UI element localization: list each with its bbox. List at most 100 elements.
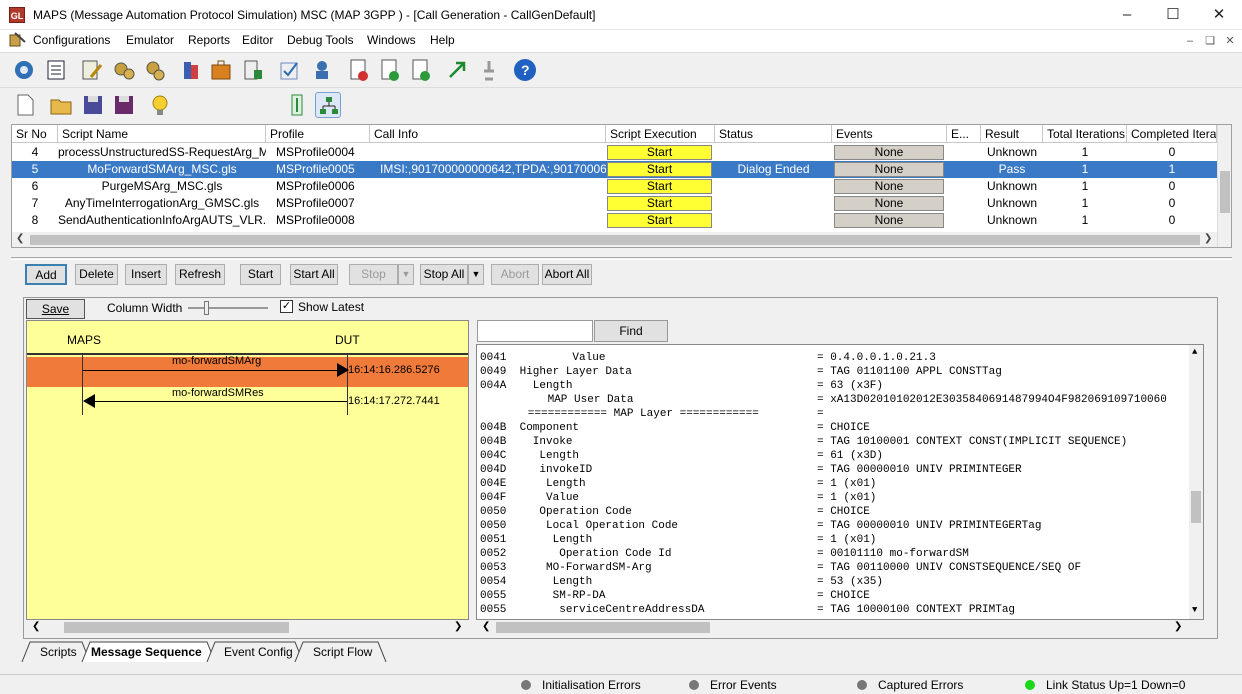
menu-configurations[interactable]: Configurations	[33, 33, 110, 47]
start-script-button[interactable]: Start	[607, 196, 712, 211]
show-latest-checkbox[interactable]: ✓	[280, 300, 293, 313]
report-c-icon[interactable]	[377, 57, 403, 83]
table-cell-sr[interactable]: 6	[12, 178, 58, 195]
script-edit-icon[interactable]	[79, 57, 105, 83]
user-lock-icon[interactable]	[240, 57, 266, 83]
start-button[interactable]: Start	[240, 264, 281, 285]
scroll-right-icon[interactable]: ❯	[454, 621, 462, 632]
table-cell-status[interactable]	[715, 212, 832, 229]
table-cell-status[interactable]	[715, 178, 832, 195]
col-header-script-name[interactable]: Script Name	[58, 125, 266, 143]
decode-field[interactable]: 0041 Value	[480, 351, 605, 365]
decode-field[interactable]: 004A Length	[480, 379, 572, 393]
decode-field[interactable]: 0055 SM-RP-DA	[480, 589, 605, 603]
start-script-button[interactable]: Start	[607, 179, 712, 194]
table-cell-profile[interactable]: MSProfile0006	[266, 178, 370, 195]
user-config-icon[interactable]	[309, 57, 335, 83]
table-cell-e[interactable]	[947, 161, 981, 178]
protocol-list-icon[interactable]	[43, 57, 69, 83]
decode-field[interactable]: 0052 Operation Code Id	[480, 547, 671, 561]
events-button[interactable]: None	[834, 213, 944, 228]
menu-debug-tools[interactable]: Debug Tools	[287, 33, 354, 47]
table-cell-callinfo[interactable]	[370, 144, 606, 161]
decode-field[interactable]: 0050 Operation Code	[480, 505, 632, 519]
table-cell-script[interactable]: MoForwardSMArg_MSC.gls	[58, 161, 266, 178]
grid-vertical-scrollbar[interactable]	[1217, 125, 1231, 247]
events-button[interactable]: None	[834, 179, 944, 194]
stop-button[interactable]: Stop	[349, 264, 398, 285]
stop-all-dropdown-icon[interactable]: ▼	[468, 264, 484, 285]
decode-field[interactable]: ============ MAP Layer ============	[480, 407, 759, 421]
checkmark-edit-icon[interactable]	[277, 57, 303, 83]
start-script-button[interactable]: Start	[607, 213, 712, 228]
scroll-left-icon[interactable]: ❮	[16, 233, 24, 244]
table-cell-script[interactable]: SendAuthenticationInfoArgAUTS_VLR.gls	[58, 212, 266, 229]
abort-button[interactable]: Abort	[491, 264, 539, 285]
table-cell-completed[interactable]: 1	[1127, 161, 1217, 178]
sequence-hscroll-thumb[interactable]	[64, 622, 289, 633]
scroll-up-icon[interactable]: ▲	[1192, 347, 1197, 357]
table-row[interactable]: 4 processUnstructuredSS-RequestArg_MS... M…	[12, 144, 1217, 161]
scroll-left-icon[interactable]: ❮	[482, 621, 490, 632]
decode-field[interactable]: 0051 Length	[480, 533, 592, 547]
briefcase-icon[interactable]	[208, 57, 234, 83]
col-header-e[interactable]: E...	[947, 125, 981, 143]
table-cell-profile[interactable]: MSProfile0004	[266, 144, 370, 161]
tab-message-sequence[interactable]: Message Sequence	[91, 645, 202, 659]
table-cell-sr[interactable]: 8	[12, 212, 58, 229]
tree-layout-icon[interactable]	[315, 92, 341, 118]
vertical-layout-icon[interactable]	[286, 92, 308, 118]
decode-hscroll-thumb[interactable]	[496, 622, 710, 633]
mdi-minimize-icon[interactable]: –	[1180, 35, 1200, 47]
events-button[interactable]: None	[834, 196, 944, 211]
col-header-total-iterations[interactable]: Total Iterations	[1043, 125, 1127, 143]
connect-icon[interactable]	[444, 57, 470, 83]
events-button[interactable]: None	[834, 145, 944, 160]
disconnect-icon[interactable]	[476, 57, 502, 83]
decode-field[interactable]: 004D invokeID	[480, 463, 592, 477]
close-icon[interactable]: ✕	[1196, 0, 1242, 30]
table-cell-e[interactable]	[947, 212, 981, 229]
message-label[interactable]: mo-forwardSMArg	[172, 355, 261, 367]
events-button[interactable]: None	[834, 162, 944, 177]
lightbulb-icon[interactable]	[147, 92, 173, 118]
start-all-button[interactable]: Start All	[290, 264, 338, 285]
table-cell-script[interactable]: processUnstructuredSS-RequestArg_MS...	[58, 144, 266, 161]
scroll-right-icon[interactable]: ❯	[1174, 621, 1182, 632]
table-cell-callinfo[interactable]	[370, 178, 606, 195]
table-cell-script[interactable]: PurgeMSArg_MSC.gls	[58, 178, 266, 195]
abort-all-button[interactable]: Abort All	[542, 264, 592, 285]
col-header-events[interactable]: Events	[832, 125, 947, 143]
col-header-result[interactable]: Result	[981, 125, 1043, 143]
menu-windows[interactable]: Windows	[367, 33, 416, 47]
decode-vscroll-thumb[interactable]	[1191, 491, 1201, 523]
table-cell-sr[interactable]: 7	[12, 195, 58, 212]
table-cell-callinfo[interactable]	[370, 195, 606, 212]
save-icon[interactable]	[80, 92, 106, 118]
decode-field[interactable]: 004B Invoke	[480, 435, 572, 449]
decode-field[interactable]: 0049 Higher Layer Data	[480, 365, 632, 379]
open-folder-icon[interactable]	[48, 92, 74, 118]
database-icon[interactable]	[178, 57, 204, 83]
col-header-sr-no[interactable]: Sr No	[12, 125, 58, 143]
decode-field[interactable]: 004E Length	[480, 477, 586, 491]
mdi-restore-icon[interactable]: ❏	[1200, 34, 1220, 47]
table-cell-total[interactable]: 1	[1043, 195, 1127, 212]
tab-scripts[interactable]: Scripts	[40, 645, 77, 659]
table-cell-result[interactable]: Unknown	[981, 195, 1043, 212]
table-cell-script[interactable]: AnyTimeInterrogationArg_GMSC.gls	[58, 195, 266, 212]
pane-splitter[interactable]	[11, 257, 1232, 260]
start-script-button[interactable]: Start	[607, 162, 712, 177]
table-row[interactable]: 6 PurgeMSArg_MSC.gls MSProfile0006 Start Non…	[12, 178, 1217, 195]
menu-reports[interactable]: Reports	[188, 33, 230, 47]
new-file-icon[interactable]	[12, 92, 38, 118]
table-cell-completed[interactable]: 0	[1127, 144, 1217, 161]
table-cell-result[interactable]: Unknown	[981, 144, 1043, 161]
tab-event-config[interactable]: Event Config	[224, 645, 293, 659]
table-cell-result[interactable]: Unknown	[981, 178, 1043, 195]
table-row[interactable]: 7 AnyTimeInterrogationArg_GMSC.gls MSProfi…	[12, 195, 1217, 212]
table-cell-completed[interactable]: 0	[1127, 212, 1217, 229]
decode-hscrollbar[interactable]: ❮ ❯	[476, 620, 1204, 635]
table-cell-completed[interactable]: 0	[1127, 178, 1217, 195]
col-header-script-execution[interactable]: Script Execution	[606, 125, 715, 143]
